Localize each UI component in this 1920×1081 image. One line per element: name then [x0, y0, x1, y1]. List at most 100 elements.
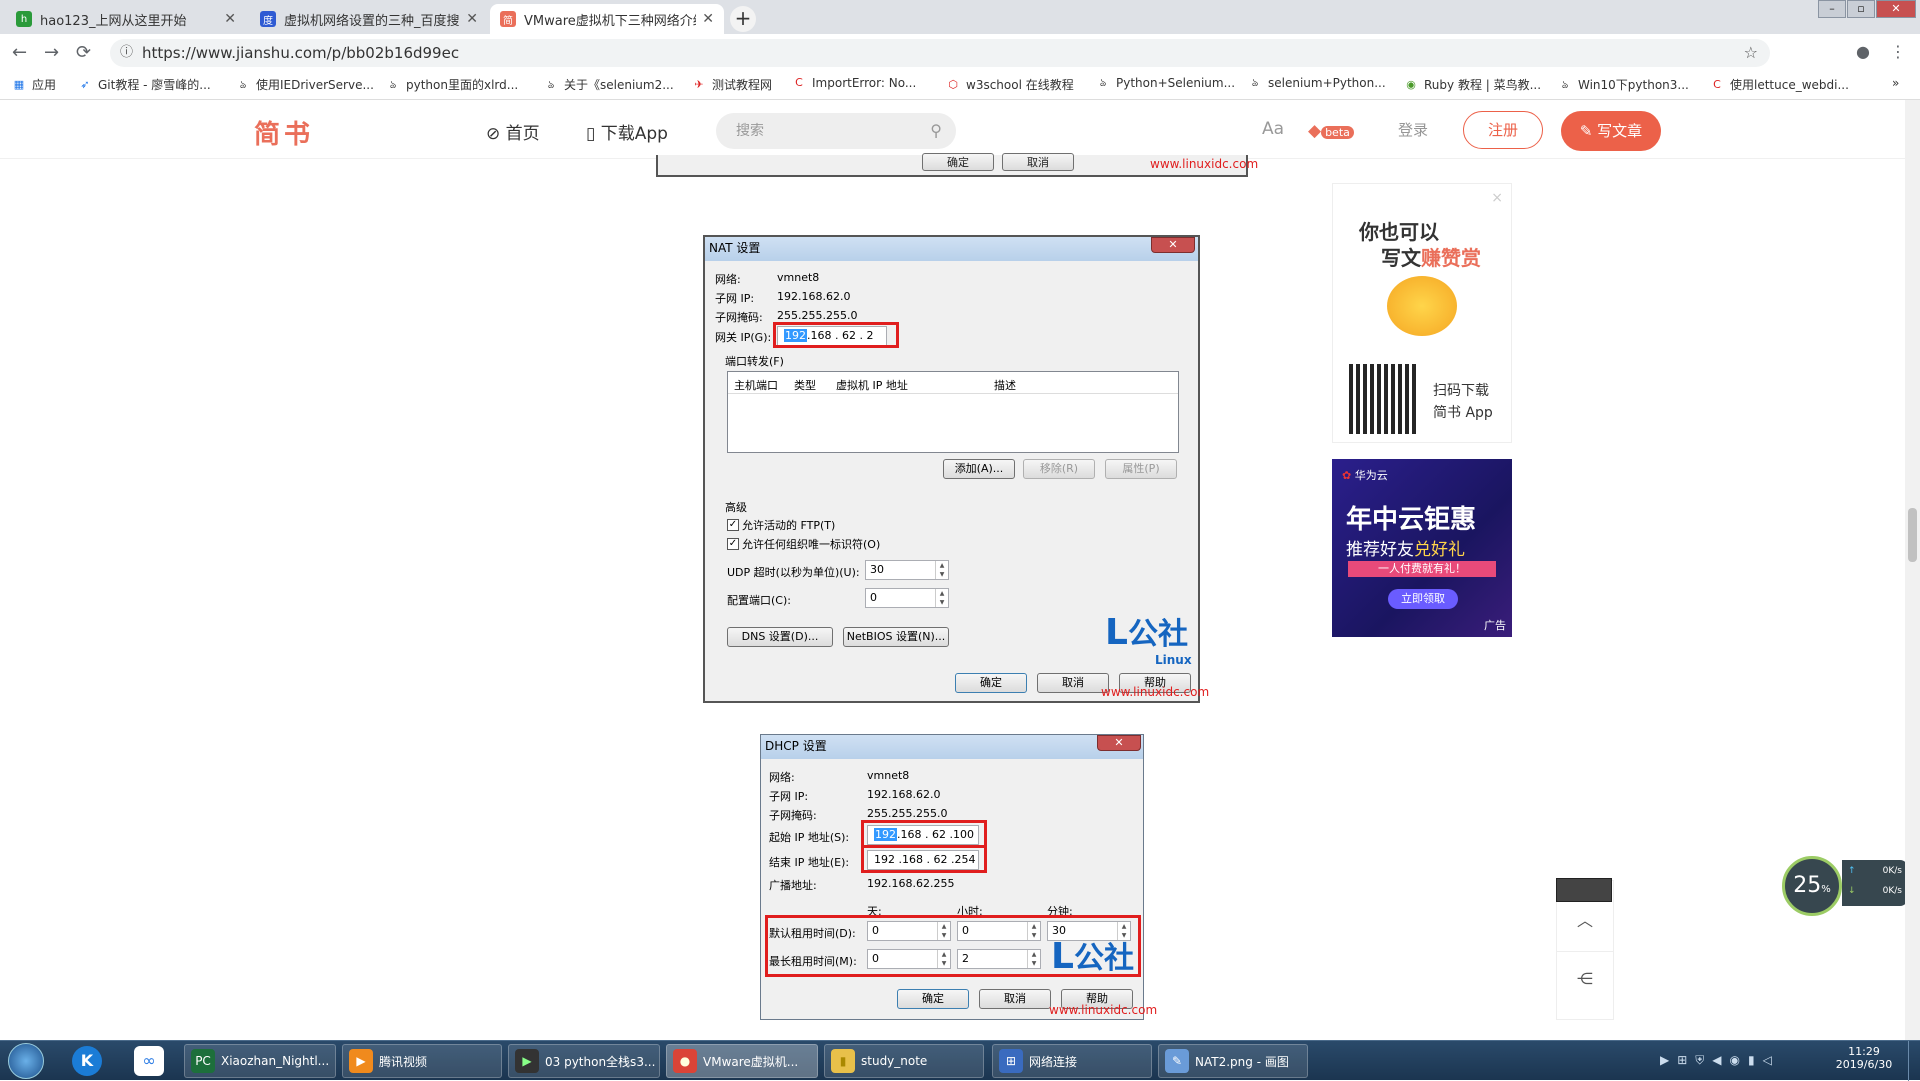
start-button[interactable]: [8, 1043, 44, 1079]
search-icon[interactable]: ⚲: [930, 113, 942, 149]
app-text: 简书 App: [1433, 405, 1493, 421]
download-icon: ↓: [1848, 886, 1856, 896]
tab-baidu[interactable]: 度 虚拟机网络设置的三种_百度搜索 ✕: [250, 4, 488, 34]
bookmark-item[interactable]: ◉ Ruby 教程 | 菜鸟教...: [1404, 76, 1541, 93]
bookmark-item[interactable]: ঌ 关于《selenium2...: [544, 76, 674, 93]
taskbar-item[interactable]: ⊞ 网络连接: [992, 1044, 1152, 1078]
huawei-cloud-ad[interactable]: ✿ 华为云 年中云钜惠 推荐好友兑好礼 一人付费就有礼！ 立即领取 广告: [1332, 459, 1512, 637]
folder-icon: ▮: [831, 1049, 855, 1073]
spinner-arrows-icon[interactable]: ▲ ▼: [935, 589, 948, 607]
close-window-button[interactable]: ✕: [1876, 0, 1916, 18]
remove-button[interactable]: 移除(R): [1023, 459, 1095, 479]
bookmark-item[interactable]: C 使用lettuce_webdi...: [1710, 76, 1849, 93]
forward-icon[interactable]: →: [44, 42, 59, 63]
share-icon[interactable]: ⋲: [1577, 969, 1593, 988]
taskbar-item[interactable]: ✎ NAT2.png - 画图: [1158, 1044, 1308, 1078]
beta-badge[interactable]: ◆ beta: [1308, 121, 1354, 141]
new-tab-button[interactable]: +: [730, 6, 756, 32]
scrollbar-thumb[interactable]: [1908, 508, 1917, 562]
nav-home[interactable]: ⊘ 首页: [486, 119, 540, 144]
taskbar-item[interactable]: PC Xiaozhan_Nightl...: [184, 1044, 336, 1078]
cancel-button[interactable]: 取消: [1037, 673, 1109, 693]
bookmarks-bar: ▦ 应用 ➶ Git教程 - 廖雪峰的... ঌ 使用IEDriverServe...…: [0, 70, 1920, 100]
add-button[interactable]: 添加(A)...: [943, 459, 1015, 479]
ok-button[interactable]: 确定: [897, 989, 969, 1009]
netbios-settings-button[interactable]: NetBIOS 设置(N)...: [843, 627, 949, 647]
port-forward-table[interactable]: 主机端口 类型 虚拟机 IP 地址 描述: [727, 371, 1179, 453]
minimize-button[interactable]: –: [1818, 0, 1846, 18]
system-tray-icons[interactable]: ▶⊞⛨◀◉▮◁: [1660, 1053, 1780, 1068]
tab-jianshu[interactable]: 简 VMware虚拟机下三种网络介绍... ✕: [490, 4, 724, 34]
taskbar-item[interactable]: ▮ study_note: [824, 1044, 984, 1078]
highlight-box: [773, 322, 899, 348]
scrollbar[interactable]: [1905, 100, 1920, 1040]
column-header[interactable]: 描述: [994, 377, 1016, 393]
dns-settings-button[interactable]: DNS 设置(D)...: [727, 627, 833, 647]
bookmark-apps[interactable]: ▦ 应用: [12, 76, 56, 93]
address-bar: ← → ⟳ ⓘ https://www.jianshu.com/p/bb02b1…: [0, 34, 1920, 70]
profile-icon[interactable]: ●: [1856, 42, 1870, 61]
url-input[interactable]: ⓘ https://www.jianshu.com/p/bb02b16d99ec…: [110, 39, 1770, 67]
back-icon[interactable]: ←: [12, 42, 27, 63]
bookmark-item[interactable]: C ImportError: No...: [792, 76, 916, 90]
search-input[interactable]: 搜索 ⚲: [716, 113, 956, 149]
cancel-button[interactable]: 取消: [979, 989, 1051, 1009]
kugou-icon[interactable]: K: [72, 1046, 102, 1076]
clock[interactable]: 11:29 2019/6/30: [1834, 1045, 1894, 1071]
taskbar-item[interactable]: ▶ 腾讯视频: [342, 1044, 502, 1078]
apps-icon: ▦: [13, 77, 25, 91]
ime-toolbar[interactable]: [1556, 878, 1612, 902]
register-button[interactable]: 注册: [1463, 111, 1543, 149]
nav-download-app[interactable]: ▯ 下载App: [586, 119, 668, 144]
previous-screenshot-fragment: 确定 取消 www.linuxidc.com: [656, 153, 1258, 177]
baidu-netdisk-icon[interactable]: ∞: [134, 1046, 164, 1076]
star-icon[interactable]: ☆: [1744, 39, 1758, 67]
reload-icon[interactable]: ⟳: [76, 42, 91, 63]
app-download-ad[interactable]: × 你也可以 写文赚赞赏 扫码下载 简书 App: [1332, 183, 1512, 443]
bookmark-item[interactable]: ঌ Python+Selenium...: [1096, 76, 1235, 90]
column-header[interactable]: 虚拟机 IP 地址: [836, 377, 908, 393]
chevron-up-icon[interactable]: ︿: [1577, 907, 1593, 931]
ad-ribbon: 一人付费就有礼！: [1348, 561, 1496, 577]
jianshu-icon: 简: [500, 11, 516, 27]
properties-button[interactable]: 属性(P): [1105, 459, 1177, 479]
ad-cta-button[interactable]: 立即领取: [1388, 589, 1458, 609]
ftp-checkbox[interactable]: ✓ 允许活动的 FTP(T): [727, 517, 835, 533]
speed-monitor-widget[interactable]: 25%: [1782, 856, 1842, 916]
close-icon[interactable]: ✕: [1097, 735, 1141, 751]
taskbar-item[interactable]: ▶ 03 python全栈s3...: [508, 1044, 660, 1078]
network-value: vmnet8: [867, 769, 910, 782]
bookmark-item[interactable]: ✈ 测试教程网: [692, 76, 772, 93]
bookmark-item[interactable]: ঌ Win10下python3...: [1558, 76, 1689, 93]
column-header[interactable]: 类型: [794, 377, 816, 393]
menu-icon[interactable]: ⋮: [1890, 42, 1906, 61]
info-icon[interactable]: ⓘ: [120, 39, 133, 67]
ok-button[interactable]: 确定: [955, 673, 1027, 693]
site-logo[interactable]: 简书: [254, 114, 314, 151]
close-icon[interactable]: ✕: [224, 11, 236, 27]
spinner-arrows-icon[interactable]: ▲ ▼: [935, 561, 948, 579]
bookmark-item[interactable]: ঌ 使用IEDriverServe...: [236, 76, 374, 93]
ad-headline-2: 写文赚赞赏: [1381, 246, 1481, 270]
bookmark-item[interactable]: ঌ python里面的xlrd...: [386, 76, 519, 93]
font-size-toggle[interactable]: Aa: [1262, 119, 1284, 139]
pycharm-icon: PC: [191, 1049, 215, 1073]
close-icon[interactable]: ✕: [1151, 237, 1195, 253]
bookmark-item[interactable]: ➶ Git教程 - 廖雪峰的...: [78, 76, 210, 93]
close-icon[interactable]: ✕: [702, 11, 714, 27]
oui-checkbox[interactable]: ✓ 允许任何组织唯一标识符(O): [727, 536, 880, 552]
close-icon[interactable]: ✕: [466, 11, 478, 27]
maximize-button[interactable]: ▫: [1847, 0, 1875, 18]
write-article-button[interactable]: ✎ 写文章: [1561, 111, 1661, 151]
config-port-stepper[interactable]: 0 ▲ ▼: [865, 588, 949, 608]
udp-timeout-stepper[interactable]: 30 ▲ ▼: [865, 560, 949, 580]
login-link[interactable]: 登录: [1398, 119, 1428, 140]
close-icon[interactable]: ×: [1491, 190, 1503, 206]
bookmarks-more[interactable]: »: [1892, 76, 1899, 90]
show-desktop-button[interactable]: [1908, 1041, 1920, 1081]
taskbar-item-active[interactable]: ● VMware虚拟机...: [666, 1044, 818, 1078]
column-header[interactable]: 主机端口: [734, 377, 778, 393]
tab-hao123[interactable]: h hao123_上网从这里开始 ✕: [6, 4, 246, 34]
bookmark-item[interactable]: ঌ selenium+Python...: [1248, 76, 1386, 90]
bookmark-item[interactable]: ⬡ w3school 在线教程: [946, 76, 1074, 93]
